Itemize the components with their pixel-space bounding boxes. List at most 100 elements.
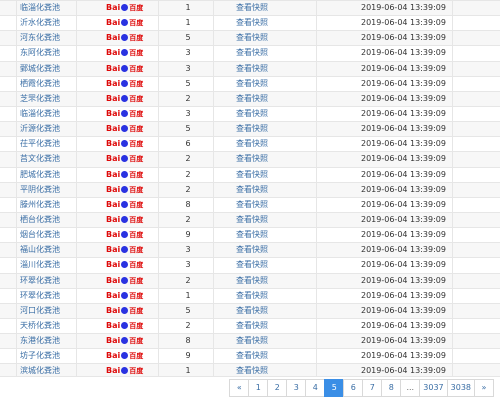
column-divider	[158, 228, 159, 243]
rank-value: 6	[185, 139, 191, 149]
page-number-button[interactable]: 4	[305, 379, 326, 397]
rank-value: 3	[185, 48, 191, 58]
keyword-link[interactable]: 芝罘化粪池	[20, 92, 90, 106]
keyword-link[interactable]: 淄川化粪池	[20, 258, 90, 272]
baidu-logo-cn: 百度	[129, 109, 144, 118]
table-row: 临淄化粪池 Bai 百度 3 查看快照 2019-06-04 13:39:09	[0, 106, 500, 123]
column-divider	[158, 182, 159, 197]
column-divider	[213, 334, 214, 349]
column-divider	[16, 334, 17, 349]
next-page-button[interactable]: »	[474, 379, 494, 397]
table-row: 东港化粪池 Bai 百度 8 查看快照 2019-06-04 13:39:09	[0, 334, 500, 350]
view-snapshot-link[interactable]: 查看快照	[236, 258, 296, 272]
column-divider	[213, 1, 214, 16]
baidu-logo-latin: Bai	[106, 184, 121, 194]
view-snapshot-link[interactable]: 查看快照	[236, 334, 296, 348]
timestamp: 2019-06-04 13:39:09	[361, 48, 446, 58]
keyword-link[interactable]: 滕州化粪池	[20, 198, 90, 212]
prev-page-button[interactable]: «	[229, 379, 250, 397]
keyword-link[interactable]: 临淄化粪池	[20, 107, 90, 121]
view-snapshot-link[interactable]: 查看快照	[236, 228, 296, 242]
view-snapshot-link[interactable]: 查看快照	[236, 122, 296, 136]
page-number-button[interactable]: 6	[343, 379, 364, 397]
keyword-link[interactable]: 河东化粪池	[20, 31, 90, 45]
page-number-button[interactable]: 8	[381, 379, 402, 397]
view-snapshot-link[interactable]: 查看快照	[236, 319, 296, 333]
keyword-link[interactable]: 栖霞化粪池	[20, 77, 90, 91]
baidu-logo-icon: Bai 百度	[106, 289, 143, 303]
keyword-link[interactable]: 坊子化粪池	[20, 349, 90, 363]
timestamp: 2019-06-04 13:39:09	[361, 78, 446, 88]
baidu-logo-latin: Bai	[106, 366, 121, 376]
page-number-button[interactable]: 1	[248, 379, 269, 397]
column-divider	[316, 303, 317, 318]
view-snapshot-link[interactable]: 查看快照	[236, 198, 296, 212]
baidu-logo-icon: Bai 百度	[106, 77, 143, 91]
search-engine-logo: Bai 百度	[106, 349, 156, 363]
column-divider	[213, 152, 214, 167]
keyword-link[interactable]: 沂源化粪池	[20, 122, 90, 136]
view-snapshot-link[interactable]: 查看快照	[236, 183, 296, 197]
keyword-link[interactable]: 沂水化粪池	[20, 16, 90, 30]
view-snapshot-link[interactable]: 查看快照	[236, 1, 296, 15]
baidu-logo-icon: Bai 百度	[106, 304, 143, 318]
keyword-link[interactable]: 福山化粪池	[20, 243, 90, 257]
paw-icon	[121, 34, 129, 42]
baidu-logo-latin: Bai	[106, 290, 121, 300]
column-divider	[16, 1, 17, 16]
page-number-button[interactable]: 3037	[419, 379, 448, 397]
timestamp: 2019-06-04 13:39:09	[361, 320, 446, 330]
view-snapshot-link[interactable]: 查看快照	[236, 289, 296, 303]
keyword-link[interactable]: 河口化粪池	[20, 304, 90, 318]
search-engine-logo: Bai 百度	[106, 334, 156, 348]
keyword-link[interactable]: 天桥化粪池	[20, 319, 90, 333]
baidu-logo-latin: Bai	[106, 245, 121, 255]
view-snapshot-link[interactable]: 查看快照	[236, 31, 296, 45]
page-number-button[interactable]: 2	[267, 379, 288, 397]
baidu-logo-latin: Bai	[106, 108, 121, 118]
page-number-button[interactable]: 3038	[446, 379, 475, 397]
column-divider	[158, 76, 159, 91]
keyword-link[interactable]: 鄄城化粪池	[20, 62, 90, 76]
view-snapshot-link[interactable]: 查看快照	[236, 92, 296, 106]
keyword-link[interactable]: 肥城化粪池	[20, 168, 90, 182]
column-divider	[316, 212, 317, 228]
view-snapshot-link[interactable]: 查看快照	[236, 349, 296, 363]
view-snapshot-link[interactable]: 查看快照	[236, 137, 296, 151]
keyword-link[interactable]: 莒文化粪池	[20, 152, 90, 166]
keyword-link[interactable]: 平阴化粪池	[20, 183, 90, 197]
view-snapshot-link[interactable]: 查看快照	[236, 152, 296, 166]
page-number-button[interactable]: 7	[362, 379, 383, 397]
column-divider	[158, 31, 159, 46]
baidu-logo-latin: Bai	[106, 18, 121, 28]
keyword-link[interactable]: 茌平化粪池	[20, 137, 90, 151]
view-snapshot-link[interactable]: 查看快照	[236, 304, 296, 318]
table-row: 茌平化粪池 Bai 百度 6 查看快照 2019-06-04 13:39:09	[0, 137, 500, 153]
rank-value: 1	[185, 3, 191, 12]
keyword-link[interactable]: 东阿化粪池	[20, 46, 90, 60]
view-snapshot-link[interactable]: 查看快照	[236, 213, 296, 227]
page-number-button[interactable]: 5	[324, 379, 345, 397]
search-engine-logo: Bai 百度	[106, 198, 156, 212]
keyword-link[interactable]: 栖台化粪池	[20, 213, 90, 227]
view-snapshot-link[interactable]: 查看快照	[236, 274, 296, 288]
keyword-link[interactable]: 环翠化粪池	[20, 289, 90, 303]
column-divider	[16, 106, 17, 122]
keyword-link[interactable]: 环翠化粪池	[20, 274, 90, 288]
column-divider	[158, 303, 159, 318]
view-snapshot-link[interactable]: 查看快照	[236, 62, 296, 76]
column-divider	[158, 152, 159, 167]
view-snapshot-link[interactable]: 查看快照	[236, 46, 296, 60]
page-number-button[interactable]: 3	[286, 379, 307, 397]
keyword-link[interactable]: 东港化粪池	[20, 334, 90, 348]
view-snapshot-link[interactable]: 查看快照	[236, 243, 296, 257]
view-snapshot-link[interactable]: 查看快照	[236, 107, 296, 121]
table-row: 坊子化粪池 Bai 百度 9 查看快照 2019-06-04 13:39:09	[0, 349, 500, 365]
view-snapshot-link[interactable]: 查看快照	[236, 168, 296, 182]
view-snapshot-link[interactable]: 查看快照	[236, 16, 296, 30]
baidu-logo-icon: Bai 百度	[106, 228, 143, 242]
keyword-link[interactable]: 临淄化粪池	[20, 1, 90, 15]
keyword-link[interactable]: 烟台化粪池	[20, 228, 90, 242]
paw-icon	[121, 79, 129, 87]
view-snapshot-link[interactable]: 查看快照	[236, 77, 296, 91]
